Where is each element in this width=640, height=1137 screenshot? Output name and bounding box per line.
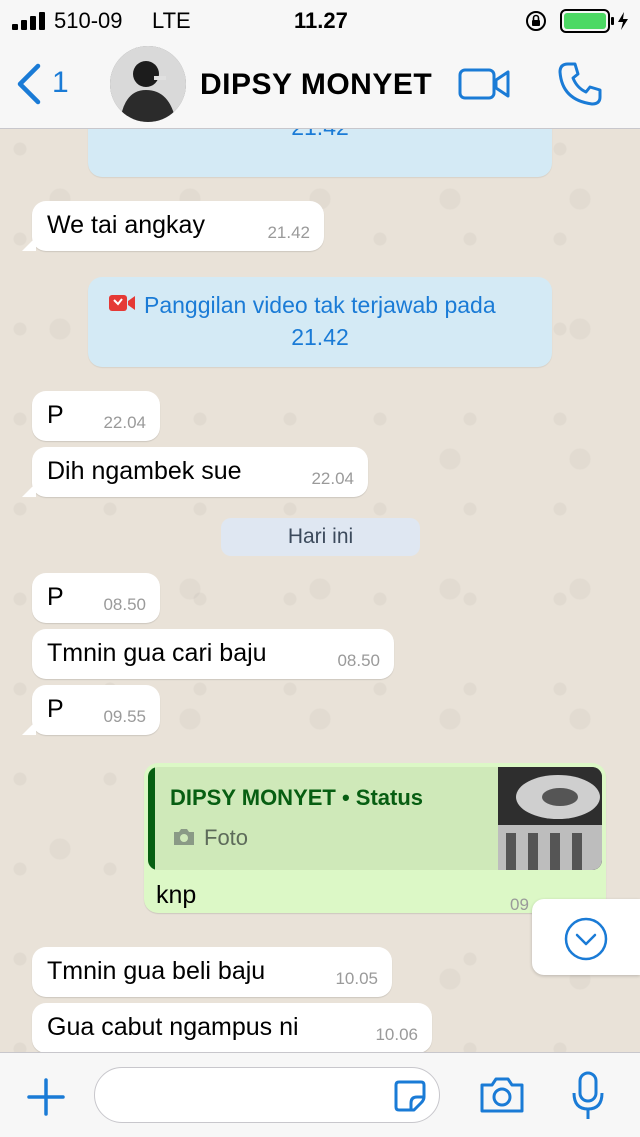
microphone-icon[interactable] — [570, 1071, 606, 1123]
quote-title: DIPSY MONYET • Status — [170, 785, 424, 810]
plus-icon[interactable] — [26, 1077, 66, 1117]
missed-video-call-icon — [109, 295, 135, 311]
status-bar: 510-09 LTE 11.27 — [0, 0, 640, 40]
phone-icon[interactable] — [556, 60, 604, 108]
quote-subtitle: Foto — [204, 825, 249, 850]
message-time: 09 — [510, 895, 529, 914]
avatar[interactable] — [110, 46, 186, 122]
notice-time[interactable]: 21.42 — [88, 129, 552, 143]
scroll-to-bottom-button[interactable] — [532, 899, 640, 975]
message-input[interactable] — [94, 1067, 440, 1123]
message-text: P — [47, 695, 64, 723]
message-time: 08.50 — [337, 651, 380, 670]
thumbnail-image — [498, 767, 602, 870]
message-time: 10.05 — [335, 969, 378, 988]
missed-call-notice-previous[interactable]: 21.42 — [88, 129, 552, 177]
notice-time[interactable]: 21.42 — [88, 321, 552, 353]
message-time: 10.06 — [375, 1025, 418, 1044]
message-text: P — [47, 583, 64, 611]
camera-icon[interactable] — [478, 1075, 526, 1115]
back-count: 1 — [52, 66, 69, 99]
message-text: Tmnin gua cari baju — [47, 639, 267, 667]
message-time: 22.04 — [311, 469, 354, 488]
message-incoming[interactable]: We tai angkay 21.42 — [22, 201, 324, 251]
avatar-photo — [110, 46, 186, 122]
message-incoming[interactable]: Dih ngambek sue 22.04 — [22, 447, 368, 497]
chat-header: 1 DIPSY MONYET — [0, 40, 640, 129]
camera-icon — [174, 829, 194, 845]
contact-name[interactable]: DIPSY MONYET — [200, 68, 432, 102]
message-time: 08.50 — [103, 595, 146, 614]
message-time: 21.42 — [267, 223, 310, 242]
video-call-icon[interactable] — [458, 66, 512, 102]
message-incoming[interactable]: Tmnin gua beli baju 10.05 — [32, 947, 392, 997]
rotation-lock-icon — [526, 11, 546, 31]
message-incoming[interactable]: P 09.55 — [22, 685, 160, 735]
chat-area[interactable]: 21.42 We tai angkay 21.42 Panggilan vide… — [0, 129, 640, 1052]
message-time: 09.55 — [103, 707, 146, 726]
message-text: knp — [156, 881, 197, 909]
missed-video-call-notice[interactable]: Panggilan video tak terjawab pada 21.42 — [88, 277, 552, 367]
clock: 11.27 — [294, 8, 348, 33]
message-text: Gua cabut ngampus ni — [47, 1013, 299, 1041]
signal-icon — [12, 12, 45, 30]
message-time: 22.04 — [103, 413, 146, 432]
message-outgoing[interactable]: DIPSY MONYET • Status Foto knp 09 — [144, 763, 606, 914]
message-incoming[interactable]: P 22.04 — [32, 391, 160, 441]
back-chevron-icon — [17, 63, 41, 105]
message-incoming[interactable]: Gua cabut ngampus ni 10.06 — [32, 1003, 432, 1052]
network-label: LTE — [152, 8, 191, 33]
message-incoming[interactable]: Tmnin gua cari baju 08.50 — [32, 629, 394, 679]
message-text: Dih ngambek sue — [47, 457, 242, 485]
chevron-down-circle-icon — [564, 917, 608, 961]
message-text: Tmnin gua beli baju — [47, 957, 266, 985]
sticker-icon[interactable] — [393, 1079, 427, 1113]
message-incoming[interactable]: P 08.50 — [32, 573, 160, 623]
notice-text[interactable]: Panggilan video tak terjawab pada — [144, 289, 496, 321]
composer-bar — [0, 1052, 640, 1137]
back-button[interactable]: 1 — [14, 60, 84, 108]
message-text: P — [47, 401, 64, 429]
battery-icon — [560, 9, 628, 33]
message-text: We tai angkay — [47, 211, 205, 239]
carrier-label: 510-09 — [54, 8, 123, 33]
date-divider: Hari ini — [221, 518, 420, 556]
status-reply-quote[interactable]: DIPSY MONYET • Status Foto — [148, 767, 602, 870]
status-thumbnail — [498, 767, 602, 870]
